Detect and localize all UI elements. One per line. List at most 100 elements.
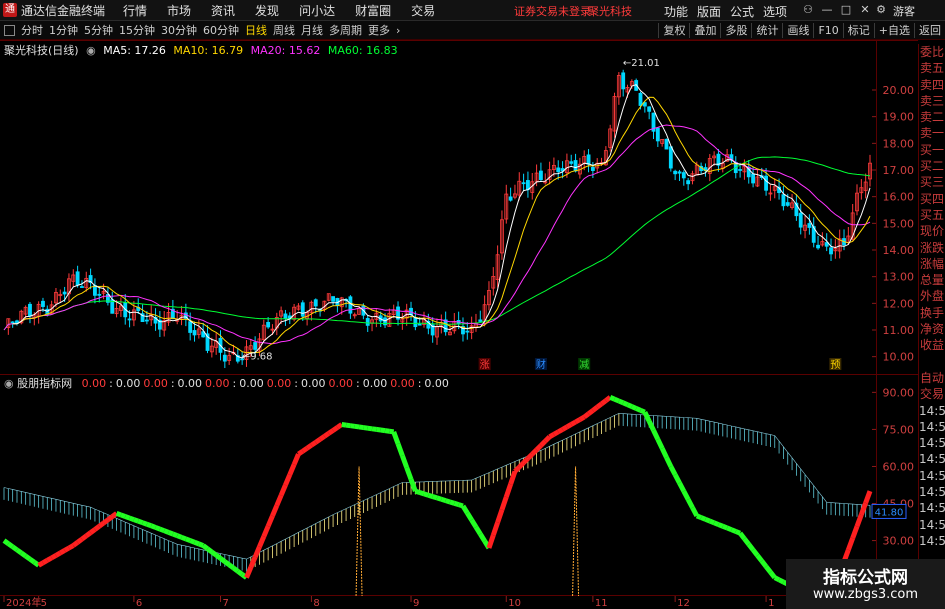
tool-overlay[interactable]: 叠加 (689, 23, 720, 38)
period-60min[interactable]: 60分钟 (203, 22, 239, 38)
tool-f10[interactable]: F10 (813, 23, 842, 38)
price-tick-label: 12.00 (883, 297, 915, 310)
sidebar-item[interactable]: 现价 (919, 223, 945, 239)
indicator-segment (376, 426, 382, 433)
panel-toggle-icon[interactable] (4, 24, 15, 36)
indicator-segment (499, 496, 509, 511)
sidebar-item[interactable]: 卖一 (919, 125, 945, 141)
candle-body (465, 330, 470, 333)
period-more[interactable]: 更多 (368, 22, 390, 38)
tool-mark[interactable]: 标记 (842, 23, 874, 38)
sidebar-item[interactable]: 14:56 (919, 419, 945, 435)
tool-adjust[interactable]: 复权 (658, 23, 689, 38)
close-icon[interactable]: ✕ (858, 3, 872, 17)
sidebar-item[interactable]: 净资 (919, 321, 945, 337)
period-intraday[interactable]: 分时 (21, 22, 43, 38)
indicator-segment (133, 517, 140, 524)
guest-label[interactable]: 游客 (893, 3, 915, 19)
period-weekly[interactable]: 周线 (273, 22, 295, 38)
sidebar-item[interactable]: 买二 (919, 158, 945, 174)
sidebar-item[interactable]: 自动 (919, 370, 945, 386)
indicator-segment (102, 517, 110, 526)
menu-discover[interactable]: 发现 (255, 2, 279, 19)
menu-quotes[interactable]: 行情 (123, 2, 147, 19)
sidebar-item[interactable]: 卖三 (919, 93, 945, 109)
user-icon[interactable]: ⚇ (801, 3, 815, 17)
indicator-segment (363, 425, 369, 431)
period-30min[interactable]: 30分钟 (161, 22, 197, 38)
sidebar-item[interactable]: 14:56 (919, 484, 945, 500)
period-daily[interactable]: 日线 (245, 22, 267, 38)
period-1min[interactable]: 1分钟 (49, 22, 78, 38)
sidebar-item[interactable]: 14:56 (919, 468, 945, 484)
indicator-segment (646, 420, 656, 432)
sidebar-item[interactable]: 买一 (919, 142, 945, 158)
sidebar-item[interactable]: 总量 (919, 272, 945, 288)
settings-icon[interactable]: ⚙ (874, 3, 888, 17)
sidebar-item[interactable]: 14:56 (919, 451, 945, 467)
indicator-segment (530, 448, 539, 456)
indicator-segment (613, 396, 620, 404)
sidebar-item[interactable]: 14:56 (919, 403, 945, 419)
menu-layout[interactable]: 版面 (697, 3, 721, 20)
menu-function[interactable]: 功能 (664, 3, 688, 20)
indicator-segment (206, 546, 214, 554)
indicator-value: 0.00 (362, 377, 388, 390)
settings-icon[interactable]: ◉ (86, 44, 96, 57)
sidebar-item[interactable]: 卖二 (919, 109, 945, 125)
menu-market[interactable]: 市场 (167, 2, 191, 19)
sidebar-item[interactable]: 交易 (919, 386, 945, 402)
maximize-icon[interactable]: □ (839, 3, 853, 17)
indicator-segment (685, 498, 695, 509)
menu-wealth-circle[interactable]: 财富圈 (355, 2, 391, 19)
kline-chart[interactable]: 20.00 19.00 18.00 17.00 16.00 15.00 14.00 13.00… (0, 40, 918, 609)
candle-body (638, 92, 643, 106)
indicator-segment (89, 527, 97, 535)
tool-multi-stock[interactable]: 多股 (720, 23, 751, 38)
period-multi[interactable]: 多周期 (329, 22, 362, 38)
sidebar-item[interactable]: 涨跌 (919, 240, 945, 256)
minimize-icon[interactable]: — (820, 3, 834, 17)
sidebar-item[interactable]: 卖五 (919, 60, 945, 76)
period-15min[interactable]: 15分钟 (119, 22, 155, 38)
candle-body (539, 170, 543, 181)
menu-news[interactable]: 资讯 (211, 2, 235, 19)
indicator-segment (659, 447, 669, 459)
tool-back[interactable]: 返回 (914, 23, 945, 38)
sidebar-item[interactable]: 卖四 (919, 77, 945, 93)
menu-formula[interactable]: 公式 (730, 3, 754, 20)
login-notice[interactable]: 证券交易未登录 (514, 3, 591, 19)
tool-add-watch[interactable]: +自选 (873, 23, 914, 38)
indicator-name: 股朋指标网 (17, 377, 73, 390)
sidebar-item[interactable]: 买五 (919, 207, 945, 223)
sidebar-item[interactable]: 换手 (919, 305, 945, 321)
sidebar-item[interactable]: 14:56 (919, 435, 945, 451)
menu-options[interactable]: 选项 (763, 3, 787, 20)
sidebar-item[interactable]: 涨幅 (919, 256, 945, 272)
sidebar-item[interactable]: 14:56 (919, 500, 945, 516)
tool-stats[interactable]: 统计 (751, 23, 782, 38)
sidebar-item[interactable]: 外盘 (919, 288, 945, 304)
period-5min[interactable]: 5分钟 (84, 22, 113, 38)
sidebar-item[interactable]: 委比 (919, 44, 945, 60)
menu-trade[interactable]: 交易 (411, 2, 435, 19)
settings-icon[interactable]: ◉ (4, 377, 14, 390)
tool-draw[interactable]: 画线 (782, 23, 813, 38)
indicator-segment (327, 428, 335, 436)
menu-ask[interactable]: 问小达 (299, 2, 335, 19)
chevron-right-icon[interactable]: › (396, 24, 400, 37)
sidebar-item[interactable]: 买三 (919, 174, 945, 190)
sidebar-item[interactable]: 14:56 (919, 517, 945, 533)
period-monthly[interactable]: 月线 (301, 22, 323, 38)
indicator-segment (180, 534, 187, 542)
indicator-segment (526, 452, 535, 461)
watermark: 指标公式网 www.zbgs3.com (786, 559, 945, 609)
candle-body (80, 286, 84, 288)
sidebar-item[interactable]: 收益 (919, 337, 945, 353)
sidebar-item[interactable]: 买四 (919, 191, 945, 207)
indicator-segment (591, 405, 599, 413)
separator: : (170, 377, 175, 390)
sidebar-item[interactable]: 14:56 (919, 533, 945, 549)
candle-body (348, 296, 353, 314)
indicator-segment (389, 428, 395, 435)
